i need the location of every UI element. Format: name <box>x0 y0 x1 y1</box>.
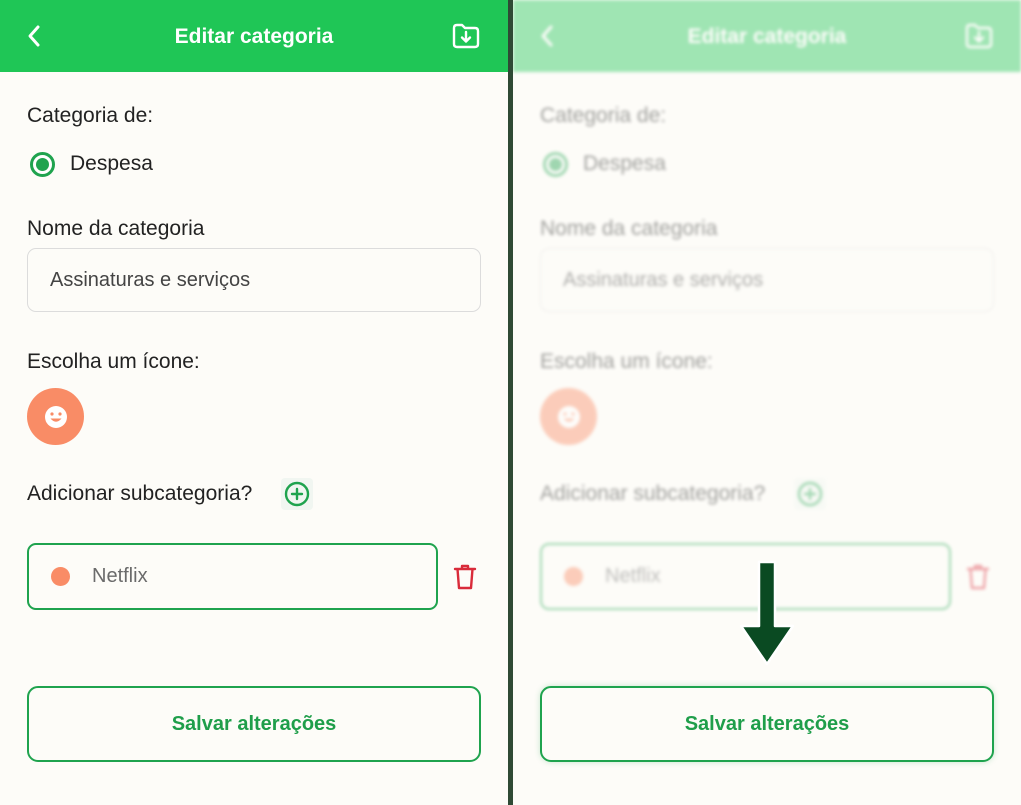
icon-choice-label: Escolha um ícone: <box>540 350 713 373</box>
subcategory-color-dot <box>51 567 70 586</box>
add-subcategory-button[interactable] <box>794 478 826 510</box>
subcategory-input[interactable]: Netflix <box>27 543 438 610</box>
save-download-button[interactable] <box>450 20 482 52</box>
add-subcategory-label: Adicionar subcategoria? <box>27 482 253 505</box>
radio-selected-dot <box>36 157 49 171</box>
radio-button[interactable] <box>30 151 55 177</box>
add-subcategory-button[interactable] <box>281 478 313 510</box>
folder-download-icon <box>452 23 480 49</box>
add-subcategory-label: Adicionar subcategoria? <box>540 482 766 505</box>
category-name-label: Nome da categoria <box>540 217 718 240</box>
subcategory-color-dot <box>564 567 583 586</box>
arrow-down-indicator-icon <box>739 560 795 666</box>
radio-button[interactable] <box>543 151 568 177</box>
radio-despesa-label: Despesa <box>70 152 153 175</box>
blurred-overlay: Editar categoria Categoria de: Despesa N… <box>513 0 1021 805</box>
plus-circle-icon <box>284 481 310 507</box>
radio-despesa[interactable]: Despesa <box>30 150 153 178</box>
delete-subcategory-button[interactable] <box>450 562 480 592</box>
page-title: Editar categoria <box>687 25 847 48</box>
plus-circle-icon <box>797 481 823 507</box>
delete-subcategory-button[interactable] <box>963 562 993 592</box>
smiling-face-icon <box>44 405 67 428</box>
save-download-button[interactable] <box>963 20 995 52</box>
app-bar: Editar categoria <box>513 0 1021 72</box>
edit-category-screen-highlighted: Editar categoria Categoria de: Despesa N… <box>513 0 1021 805</box>
radio-despesa[interactable]: Despesa <box>543 150 666 178</box>
category-name-input[interactable]: Assinaturas e serviços <box>27 248 481 312</box>
subcategory-name: Netflix <box>92 565 148 587</box>
save-changes-button-highlighted[interactable]: Salvar alterações <box>540 686 994 762</box>
subcategory-name: Netflix <box>605 565 661 587</box>
radio-selected-dot <box>549 157 562 171</box>
edit-category-screen: Editar categoria Categoria de: Despesa N… <box>0 0 508 805</box>
category-type-label: Categoria de: <box>540 104 667 127</box>
icon-choice-label: Escolha um ícone: <box>27 350 200 373</box>
trash-icon <box>966 564 990 590</box>
save-changes-button[interactable]: Salvar alterações <box>27 686 481 762</box>
category-icon-picker[interactable] <box>540 388 597 445</box>
category-name-label: Nome da categoria <box>27 217 205 240</box>
category-icon-picker[interactable] <box>27 388 84 445</box>
radio-despesa-label: Despesa <box>583 152 666 175</box>
category-name-input[interactable]: Assinaturas e serviços <box>540 248 994 312</box>
smiling-face-icon <box>557 405 580 428</box>
category-type-label: Categoria de: <box>27 104 154 127</box>
app-bar: Editar categoria <box>0 0 508 72</box>
folder-download-icon <box>965 23 993 49</box>
page-title: Editar categoria <box>174 25 334 48</box>
trash-icon <box>453 564 477 590</box>
